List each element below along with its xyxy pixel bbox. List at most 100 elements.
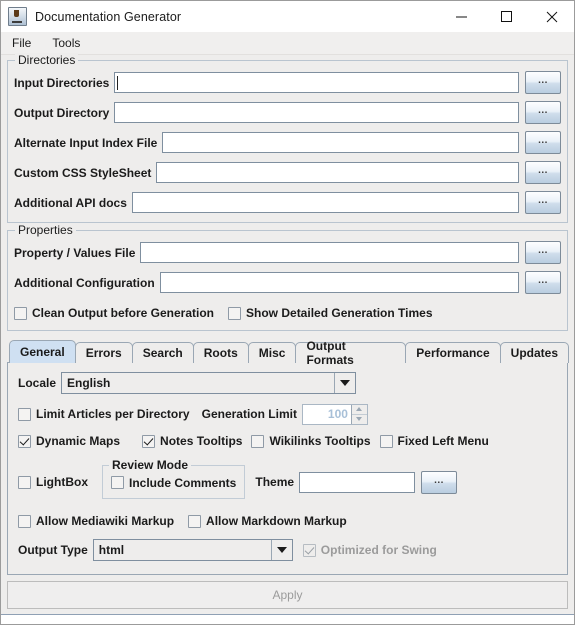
- output-directory-label: Output Directory: [14, 105, 110, 120]
- minimize-button[interactable]: [439, 1, 484, 32]
- allow-markdown-markup-checkbox[interactable]: Allow Markdown Markup: [188, 514, 347, 528]
- ellipsis-icon: ...: [538, 135, 548, 146]
- theme-browse-button[interactable]: ...: [421, 470, 458, 494]
- lightbox-checkbox[interactable]: LightBox: [18, 475, 88, 489]
- tab-output-formats[interactable]: Output Formats: [295, 339, 407, 367]
- generation-limit-label: Generation Limit: [201, 407, 297, 421]
- output-directory-row: Output Directory ...: [14, 100, 561, 125]
- output-type-label: Output Type: [18, 543, 88, 557]
- input-directories-browse-button[interactable]: ...: [525, 71, 561, 94]
- checkbox-box: [302, 543, 316, 557]
- tab-updates[interactable]: Updates: [499, 342, 569, 363]
- tab-panel-general: Locale English Limit Articles per Direct…: [7, 362, 568, 575]
- allow-mediawiki-markup-checkbox[interactable]: Allow Mediawiki Markup: [18, 514, 174, 528]
- ellipsis-icon: ...: [538, 75, 548, 86]
- tab-misc[interactable]: Misc: [247, 342, 297, 363]
- clean-output-checkbox[interactable]: Clean Output before Generation: [14, 306, 214, 320]
- tab-label: Performance: [416, 346, 490, 360]
- tab-roots[interactable]: Roots: [192, 342, 249, 363]
- limit-articles-label: Limit Articles per Directory: [36, 407, 190, 421]
- chevron-down-icon[interactable]: [270, 540, 292, 560]
- alternate-input-index-label: Alternate Input Index File: [14, 135, 158, 150]
- lightbox-review-theme-row: LightBox Review Mode Include Comments Th…: [18, 457, 557, 503]
- menu-bar: File Tools: [1, 32, 574, 55]
- properties-checkbox-row: Clean Output before Generation Show Deta…: [14, 303, 561, 323]
- checkbox-box: [18, 407, 31, 421]
- clean-output-label: Clean Output before Generation: [32, 306, 215, 320]
- property-values-file-browse-button[interactable]: ...: [525, 241, 561, 264]
- status-bar: [1, 614, 574, 624]
- input-directories-label: Input Directories: [14, 75, 110, 90]
- locale-label: Locale: [18, 376, 57, 390]
- tab-label: Misc: [258, 346, 286, 360]
- window-controls: [439, 1, 574, 32]
- show-detailed-times-checkbox[interactable]: Show Detailed Generation Times: [228, 306, 433, 320]
- limit-articles-checkbox[interactable]: Limit Articles per Directory: [18, 407, 190, 421]
- additional-api-docs-browse-button[interactable]: ...: [525, 191, 561, 214]
- checkbox-box: [18, 514, 31, 528]
- notes-tooltips-checkbox[interactable]: Notes Tooltips: [142, 434, 242, 448]
- maximize-button[interactable]: [484, 1, 529, 32]
- additional-configuration-label: Additional Configuration: [14, 275, 155, 290]
- checkbox-box: [188, 514, 202, 528]
- checkbox-box: [14, 306, 27, 320]
- apply-label: Apply: [272, 588, 303, 602]
- additional-configuration-field[interactable]: [159, 272, 519, 293]
- spinner-up-button[interactable]: [351, 404, 367, 415]
- additional-configuration-browse-button[interactable]: ...: [525, 271, 561, 294]
- java-coffee-cup-icon: [8, 7, 27, 26]
- theme-field[interactable]: [299, 471, 416, 493]
- custom-css-stylesheet-row: Custom CSS StyleSheet ...: [14, 160, 561, 185]
- ellipsis-icon: ...: [434, 474, 444, 486]
- fixed-left-menu-checkbox[interactable]: Fixed Left Menu: [379, 434, 489, 448]
- locale-combobox[interactable]: English: [61, 372, 357, 394]
- property-values-file-field[interactable]: [140, 242, 519, 263]
- main-content: Directories Input Directories ... Output…: [1, 53, 574, 624]
- property-values-file-row: Property / Values File ...: [14, 240, 561, 265]
- tab-search[interactable]: Search: [131, 342, 194, 363]
- custom-css-stylesheet-browse-button[interactable]: ...: [525, 161, 561, 184]
- output-type-row: Output Type html Optimized for Swing: [18, 538, 557, 562]
- generation-limit-spinner[interactable]: 100: [301, 403, 368, 425]
- tab-general[interactable]: General: [9, 340, 76, 363]
- optimized-for-swing-checkbox: Optimized for Swing: [302, 543, 437, 557]
- ellipsis-icon: ...: [538, 105, 548, 116]
- tab-label: General: [20, 345, 65, 359]
- additional-api-docs-field[interactable]: [131, 192, 519, 213]
- properties-group-title: Properties: [15, 223, 76, 237]
- alternate-input-index-row: Alternate Input Index File ...: [14, 130, 561, 155]
- properties-group: Properties Property / Values File ... Ad…: [7, 223, 568, 331]
- optimized-for-swing-label: Optimized for Swing: [320, 543, 437, 557]
- checkbox-box: [18, 434, 31, 448]
- input-directories-field[interactable]: [114, 72, 519, 93]
- generation-limit-value: 100: [327, 407, 348, 421]
- alternate-input-index-field[interactable]: [162, 132, 519, 153]
- close-button[interactable]: [529, 1, 574, 32]
- output-type-combobox[interactable]: html: [92, 539, 293, 561]
- custom-css-stylesheet-field[interactable]: [156, 162, 519, 183]
- output-directory-browse-button[interactable]: ...: [525, 101, 561, 124]
- review-mode-group-title: Review Mode: [109, 457, 192, 472]
- spinner-buttons[interactable]: [350, 404, 367, 424]
- include-comments-checkbox[interactable]: Include Comments: [111, 476, 236, 490]
- ellipsis-icon: ...: [538, 165, 548, 176]
- spinner-down-button[interactable]: [351, 414, 367, 424]
- additional-api-docs-row: Additional API docs ...: [14, 190, 561, 215]
- directories-group-title: Directories: [15, 53, 79, 67]
- tab-label: Updates: [510, 346, 558, 360]
- fixed-left-menu-label: Fixed Left Menu: [397, 434, 489, 448]
- tab-performance[interactable]: Performance: [405, 342, 501, 363]
- menu-item-file[interactable]: File: [9, 34, 40, 52]
- general-toggles-row: Dynamic Maps Notes Tooltips Wikilinks To…: [18, 431, 557, 451]
- wikilinks-tooltips-checkbox[interactable]: Wikilinks Tooltips: [251, 434, 371, 448]
- review-mode-group: Review Mode Include Comments: [102, 457, 246, 500]
- output-directory-field[interactable]: [114, 102, 519, 123]
- alternate-input-index-browse-button[interactable]: ...: [525, 131, 561, 154]
- menu-item-tools[interactable]: Tools: [49, 34, 89, 52]
- ellipsis-icon: ...: [538, 245, 548, 256]
- dynamic-maps-label: Dynamic Maps: [36, 434, 121, 448]
- chevron-down-icon[interactable]: [334, 373, 356, 393]
- dynamic-maps-checkbox[interactable]: Dynamic Maps: [18, 434, 120, 448]
- tab-errors[interactable]: Errors: [74, 342, 133, 363]
- checkbox-box: [251, 434, 265, 448]
